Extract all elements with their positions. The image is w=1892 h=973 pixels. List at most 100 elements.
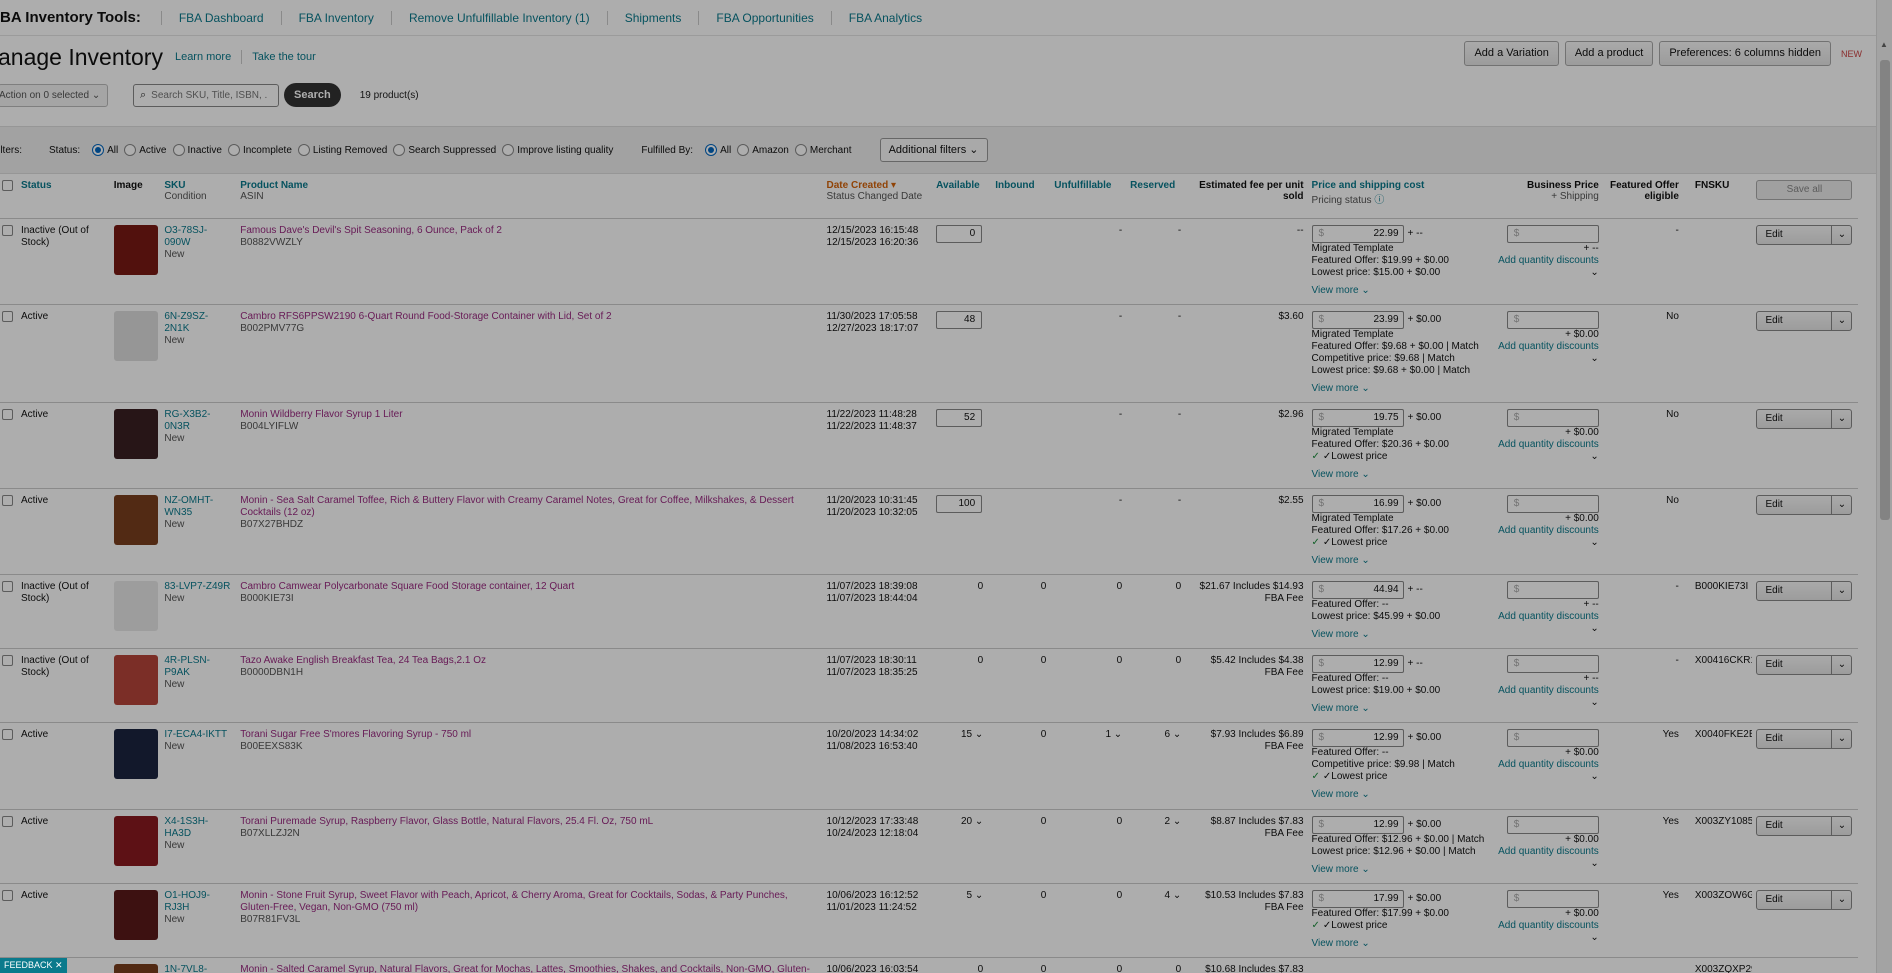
sku-link[interactable]: I7-ECA4-IKTT	[164, 729, 232, 741]
view-more-link[interactable]: View more ⌄	[1312, 555, 1490, 567]
view-more-link[interactable]: View more ⌄	[1312, 285, 1490, 297]
price-input[interactable]: $44.94	[1311, 580, 1404, 599]
price-input[interactable]: $23.99	[1311, 310, 1404, 329]
available-quantity[interactable]: 0	[936, 655, 987, 667]
edit-button[interactable]: Edit	[1757, 312, 1831, 330]
fulfilled-all-radio[interactable]	[705, 144, 718, 156]
chevron-down-icon[interactable]: ⌄	[1497, 771, 1598, 783]
add-quantity-discounts-link[interactable]: Add quantity discounts	[1497, 611, 1599, 623]
view-more-link[interactable]: View more ⌄	[1312, 629, 1490, 641]
product-image[interactable]	[113, 580, 158, 631]
search-button[interactable]: Search	[284, 83, 341, 107]
status-quality-radio[interactable]	[502, 144, 515, 156]
price-input[interactable]: $12.99	[1311, 815, 1404, 834]
product-name-link[interactable]: Monin - Sea Salt Caramel Toffee, Rich & …	[240, 495, 818, 519]
business-price-input[interactable]: $	[1506, 408, 1599, 427]
chevron-down-icon[interactable]: ⌄	[1497, 267, 1598, 279]
add-quantity-discounts-link[interactable]: Add quantity discounts	[1497, 685, 1599, 697]
price-input[interactable]: $16.99	[1311, 494, 1404, 513]
price-input[interactable]: $12.99	[1311, 728, 1404, 747]
status-incomplete-radio[interactable]	[227, 144, 240, 156]
edit-button[interactable]: Edit	[1757, 730, 1831, 748]
chevron-down-icon[interactable]: ⌄	[1497, 353, 1598, 365]
row-checkbox[interactable]	[2, 654, 13, 666]
edit-button-group[interactable]: Edit ⌄	[1756, 580, 1853, 601]
row-checkbox[interactable]	[2, 889, 13, 901]
row-checkbox[interactable]	[2, 580, 13, 592]
row-checkbox[interactable]	[2, 728, 13, 740]
sku-link[interactable]: 83-LVP7-Z49R	[164, 581, 232, 593]
view-more-link[interactable]: View more ⌄	[1312, 864, 1490, 876]
col-status[interactable]: Status	[16, 174, 110, 219]
col-inbound[interactable]: Inbound	[991, 174, 1051, 219]
available-quantity-input[interactable]: 0	[936, 224, 983, 243]
product-image[interactable]	[113, 494, 158, 545]
sku-link[interactable]: 6N-Z9SZ-2N1K	[164, 311, 232, 335]
price-input[interactable]: $22.99	[1311, 224, 1404, 243]
product-name-link[interactable]: Monin - Stone Fruit Syrup, Sweet Flavor …	[240, 890, 818, 914]
scrollbar-thumb[interactable]	[1880, 60, 1890, 520]
business-price-input[interactable]: $	[1506, 494, 1599, 513]
available-quantity[interactable]: 5 ⌄	[936, 890, 987, 902]
business-price-input[interactable]: $	[1506, 224, 1599, 243]
product-name-link[interactable]: Torani Puremade Syrup, Raspberry Flavor,…	[240, 816, 818, 828]
additional-filters-button[interactable]: Additional filters ⌄	[879, 138, 988, 162]
col-product-name[interactable]: Product Name ASIN	[236, 174, 823, 219]
select-all-checkbox[interactable]	[2, 180, 13, 191]
price-input[interactable]: $19.75	[1311, 408, 1404, 427]
row-checkbox[interactable]	[2, 310, 13, 322]
sku-link[interactable]: RG-X3B2-0N3R	[164, 409, 232, 433]
vertical-scrollbar[interactable]: ▲	[1876, 0, 1892, 973]
col-price[interactable]: Price and shipping cost Pricing status ⓘ	[1307, 174, 1494, 219]
chevron-down-icon[interactable]: ⌄	[1831, 311, 1851, 330]
business-price-input[interactable]: $	[1506, 654, 1599, 673]
status-all-radio[interactable]	[92, 144, 105, 156]
chevron-down-icon[interactable]: ⌄	[1831, 225, 1851, 244]
product-image[interactable]	[113, 408, 158, 459]
add-quantity-discounts-link[interactable]: Add quantity discounts	[1497, 920, 1599, 932]
add-quantity-discounts-link[interactable]: Add quantity discounts	[1497, 846, 1599, 858]
available-quantity-input[interactable]: 100	[936, 494, 983, 513]
available-quantity[interactable]: 20 ⌄	[936, 816, 987, 828]
fulfilled-merchant-radio[interactable]	[794, 144, 807, 156]
col-date-created[interactable]: Date Created ▾ Status Changed Date	[822, 174, 933, 219]
business-price-input[interactable]: $	[1506, 580, 1599, 599]
product-image[interactable]	[113, 654, 158, 705]
product-name-link[interactable]: Famous Dave's Devil's Spit Seasoning, 6 …	[240, 225, 818, 237]
chevron-down-icon[interactable]: ⌄	[1497, 697, 1598, 709]
chevron-down-icon[interactable]: ⌄	[1831, 729, 1851, 748]
status-inactive-radio[interactable]	[172, 144, 185, 156]
view-more-link[interactable]: View more ⌄	[1312, 789, 1490, 801]
business-price-input[interactable]: $	[1506, 889, 1599, 908]
sku-link[interactable]: NZ-OMHT-WN35	[164, 495, 232, 519]
nav-fba-inventory[interactable]: FBA Inventory	[280, 10, 391, 25]
chevron-down-icon[interactable]: ⌄	[1497, 932, 1598, 944]
chevron-down-icon[interactable]: ⌄	[1831, 409, 1851, 428]
nav-fba-opportunities[interactable]: FBA Opportunities	[698, 10, 830, 25]
available-quantity-input[interactable]: 48	[936, 310, 983, 329]
available-quantity-input[interactable]: 52	[936, 408, 983, 427]
preferences-button[interactable]: Preferences: 6 columns hidden	[1659, 41, 1831, 66]
chevron-down-icon[interactable]: ⌄	[1831, 655, 1851, 674]
business-price-input[interactable]: $	[1506, 310, 1599, 329]
sku-link[interactable]: O3-78SJ-090W	[164, 225, 232, 249]
close-icon[interactable]: ✕	[55, 960, 63, 970]
product-name-link[interactable]: Monin - Salted Caramel Syrup, Natural Fl…	[240, 964, 818, 973]
view-more-link[interactable]: View more ⌄	[1312, 383, 1490, 395]
feedback-tab[interactable]: FEEDBACK ✕	[0, 958, 67, 973]
product-name-link[interactable]: Cambro RFS6PPSW2190 6-Quart Round Food-S…	[240, 311, 818, 323]
available-quantity[interactable]: 0	[936, 964, 987, 973]
bulk-action-dropdown[interactable]: Action on 0 selected ⌄	[0, 83, 108, 107]
chevron-down-icon[interactable]: ⌄	[1831, 816, 1851, 835]
edit-button[interactable]: Edit	[1757, 410, 1831, 428]
add-variation-button[interactable]: Add a Variation	[1464, 41, 1559, 66]
product-image[interactable]	[113, 815, 158, 866]
status-removed-radio[interactable]	[297, 144, 310, 156]
row-checkbox[interactable]	[2, 224, 13, 236]
edit-button[interactable]: Edit	[1757, 582, 1831, 600]
sku-link[interactable]: X4-1S3H-HA3D	[164, 816, 232, 840]
chevron-down-icon[interactable]: ⌄	[1831, 890, 1851, 909]
sku-link[interactable]: 4R-PLSN-P9AK	[164, 655, 232, 679]
nav-shipments[interactable]: Shipments	[606, 10, 699, 25]
business-price-input[interactable]: $	[1506, 815, 1599, 834]
